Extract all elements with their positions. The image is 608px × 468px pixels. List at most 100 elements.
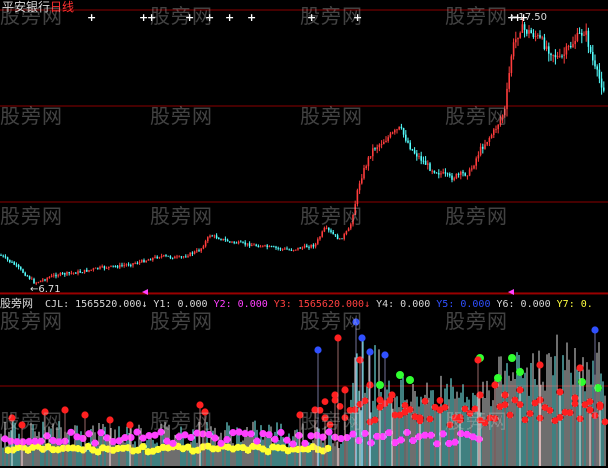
candle-body <box>132 263 134 266</box>
y3-dot <box>106 416 114 424</box>
candle-body <box>154 256 156 258</box>
candle-body <box>72 272 75 274</box>
candle-body <box>347 228 350 232</box>
candle-body <box>108 266 110 268</box>
y2-dot <box>247 430 255 438</box>
y2-dot <box>301 439 309 447</box>
candle-body <box>233 241 235 243</box>
candle-body <box>130 265 132 266</box>
candle-body <box>163 255 165 256</box>
candle-body <box>468 169 471 176</box>
candle-body <box>400 126 403 129</box>
chart-title: 平安银行日线 <box>2 1 74 13</box>
candle-body <box>251 245 253 247</box>
y3-dot <box>396 411 404 419</box>
y2-dot <box>451 438 459 446</box>
y2-dot <box>97 429 105 437</box>
candle-body <box>581 32 583 36</box>
y2-dot <box>385 429 393 437</box>
candle-body <box>101 266 103 268</box>
candle-body <box>114 266 117 267</box>
y2-dot <box>277 428 285 437</box>
candle-body <box>389 133 392 138</box>
y2-dot <box>235 428 243 436</box>
candle-body <box>112 265 114 267</box>
candle-body <box>473 165 475 169</box>
candle-body <box>86 269 88 272</box>
y2-dot <box>187 433 195 442</box>
indicator-value-2: Y2: 0.000 <box>213 299 268 310</box>
candle-body <box>545 46 548 50</box>
candle-body <box>218 238 220 240</box>
candle-body <box>165 255 167 256</box>
candle-body <box>55 274 57 277</box>
candle-body <box>499 119 502 125</box>
candle-body <box>246 243 249 245</box>
candle-body <box>407 140 409 143</box>
candle-body <box>563 54 565 56</box>
candle-body <box>391 132 394 134</box>
signal-mark-0: + <box>87 11 96 24</box>
y2-dot <box>169 439 177 447</box>
candle-body <box>453 178 455 180</box>
candle-body <box>103 266 106 269</box>
candle-body <box>561 55 563 57</box>
candle-body <box>53 274 55 276</box>
high-price-value: 17.50 <box>518 12 548 23</box>
candle-body <box>603 87 605 91</box>
y3-dot <box>386 396 394 404</box>
y4-dot <box>508 354 516 362</box>
candle-body <box>59 272 62 276</box>
y3-dot <box>201 408 209 416</box>
low-price-marker: ←6.71 <box>30 284 61 295</box>
candle-body <box>475 158 477 166</box>
candle-body <box>125 264 128 266</box>
candle-body <box>215 235 218 239</box>
candle-body <box>559 55 561 57</box>
candle-body <box>598 69 601 79</box>
y2-dot <box>337 434 345 443</box>
y3-dot <box>456 413 464 421</box>
y3-dot <box>316 406 324 414</box>
candle-body <box>264 245 266 247</box>
candle-body <box>200 248 202 252</box>
candle-body <box>482 146 484 149</box>
candle-body <box>211 235 213 237</box>
candle-body <box>94 267 97 269</box>
y2-dot <box>223 435 231 444</box>
candle-body <box>565 46 568 55</box>
y3-dot <box>571 400 579 408</box>
y3-dot <box>321 414 329 422</box>
candle-body <box>105 267 108 269</box>
candle-body <box>0 255 2 256</box>
y3-dot <box>546 406 554 414</box>
candle-body <box>220 239 222 241</box>
y3-dot <box>481 419 489 427</box>
candle-body <box>79 271 81 273</box>
candle-body <box>185 256 187 258</box>
candle-body <box>119 264 121 268</box>
candle-body <box>493 129 495 135</box>
candle-body <box>343 234 345 240</box>
indicator-name: 股旁网 <box>0 297 33 310</box>
candle-body <box>455 173 458 179</box>
signal-mark-4: + <box>205 11 214 24</box>
y3-dot <box>526 410 534 417</box>
candle-body <box>341 238 343 240</box>
candle-body <box>143 260 145 263</box>
y3-dot <box>501 391 509 399</box>
y5-dot <box>366 348 374 356</box>
signal-mark-2: + <box>147 11 156 24</box>
candle-body <box>512 42 515 57</box>
indicator-values: CJL: 1565520.000↓ Y1: 0.000 Y2: 0.000 Y3: 1… <box>45 299 599 310</box>
candle-body <box>26 275 29 277</box>
candle-body <box>440 173 442 175</box>
price-chart-area[interactable]: + ++ + + + + + + +++ <box>0 0 608 468</box>
y3-dot <box>531 399 539 407</box>
candle-body <box>554 54 557 58</box>
candle-body <box>288 249 290 251</box>
y3-dot <box>326 421 334 429</box>
candle-body <box>380 144 383 145</box>
y2-dot <box>361 429 369 438</box>
candle-body <box>479 146 482 156</box>
